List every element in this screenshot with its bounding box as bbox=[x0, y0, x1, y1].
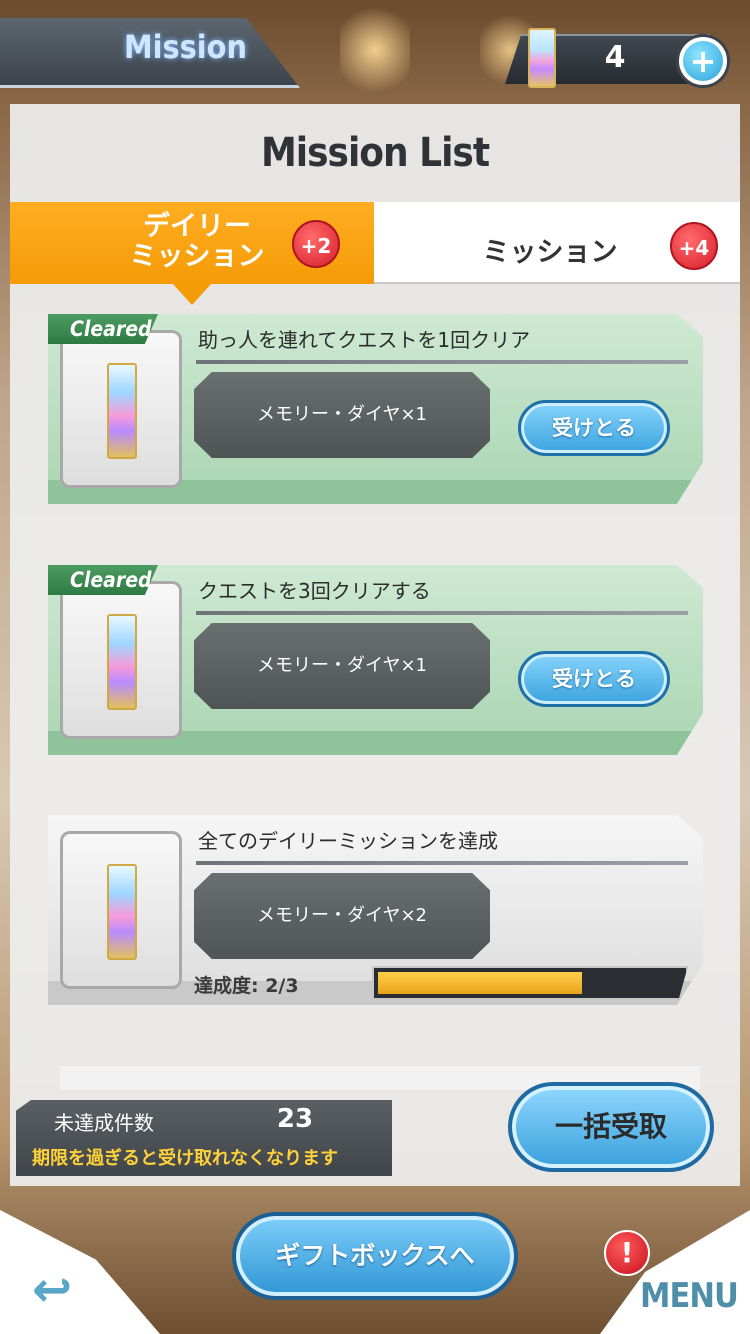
progress-label: 達成度: 2/3 bbox=[194, 975, 299, 997]
memory-diamond-icon bbox=[107, 864, 137, 960]
memory-diamond-icon bbox=[107, 614, 137, 710]
panel-title: Mission List bbox=[260, 130, 490, 176]
progress-bar bbox=[372, 966, 688, 1000]
add-currency-button[interactable]: + bbox=[676, 34, 730, 88]
mission-title: 助っ人を連れてクエストを1回クリア bbox=[198, 328, 531, 352]
unfinished-label: 未達成件数 bbox=[54, 1111, 154, 1135]
divider bbox=[196, 360, 688, 364]
tab-mission-label: ミッション bbox=[482, 237, 618, 268]
tab-mission-badge: +4 bbox=[670, 222, 718, 270]
expiry-warning: 期限を過ぎると受け取れなくなります bbox=[32, 1148, 338, 1169]
reward-thumbnail bbox=[60, 581, 182, 739]
progress-fill bbox=[378, 972, 582, 994]
currency-count: 4 bbox=[604, 40, 626, 75]
memory-diamond-icon bbox=[107, 363, 137, 459]
divider bbox=[196, 861, 688, 865]
mission-card: Cleared 助っ人を連れてクエストを1回クリア メモリー・ダイヤ×1 受けと… bbox=[48, 314, 703, 504]
reward-thumbnail bbox=[60, 831, 182, 989]
cleared-tag: Cleared bbox=[48, 314, 158, 344]
background-lamp bbox=[340, 0, 410, 100]
receive-button[interactable]: 受けとる bbox=[518, 651, 670, 707]
plus-icon: + bbox=[683, 41, 723, 81]
active-tab-pointer bbox=[172, 283, 212, 305]
alert-icon: ! bbox=[604, 1230, 650, 1276]
mission-card: 全てのデイリーミッションを達成 メモリー・ダイヤ×2 達成度: 2/3 bbox=[48, 815, 703, 1005]
gift-box-button[interactable]: ギフトボックスへ bbox=[232, 1212, 518, 1300]
mission-card: Cleared クエストを3回クリアする メモリー・ダイヤ×1 受けとる bbox=[48, 565, 703, 755]
mission-title: クエストを3回クリアする bbox=[198, 579, 431, 603]
menu-button[interactable]: MENU bbox=[640, 1276, 739, 1316]
reward-label: メモリー・ダイヤ×1 bbox=[194, 623, 490, 709]
reward-label: メモリー・ダイヤ×1 bbox=[194, 372, 490, 458]
unfinished-count: 23 bbox=[276, 1104, 314, 1134]
mission-title: 全てのデイリーミッションを達成 bbox=[198, 829, 498, 853]
cleared-tag: Cleared bbox=[48, 565, 158, 595]
tab-daily-badge: +2 bbox=[292, 220, 340, 268]
divider bbox=[196, 611, 688, 615]
receive-button[interactable]: 受けとる bbox=[518, 400, 670, 456]
memory-diamond-icon bbox=[528, 28, 556, 88]
tab-daily-label: デイリー ミッション bbox=[129, 211, 265, 272]
back-arrow-icon[interactable]: ↩ bbox=[32, 1266, 92, 1314]
reward-label: メモリー・ダイヤ×2 bbox=[194, 873, 490, 959]
reward-thumbnail bbox=[60, 330, 182, 488]
bulk-receive-button[interactable]: 一括受取 bbox=[508, 1082, 714, 1172]
page-title: Mission bbox=[124, 28, 247, 66]
